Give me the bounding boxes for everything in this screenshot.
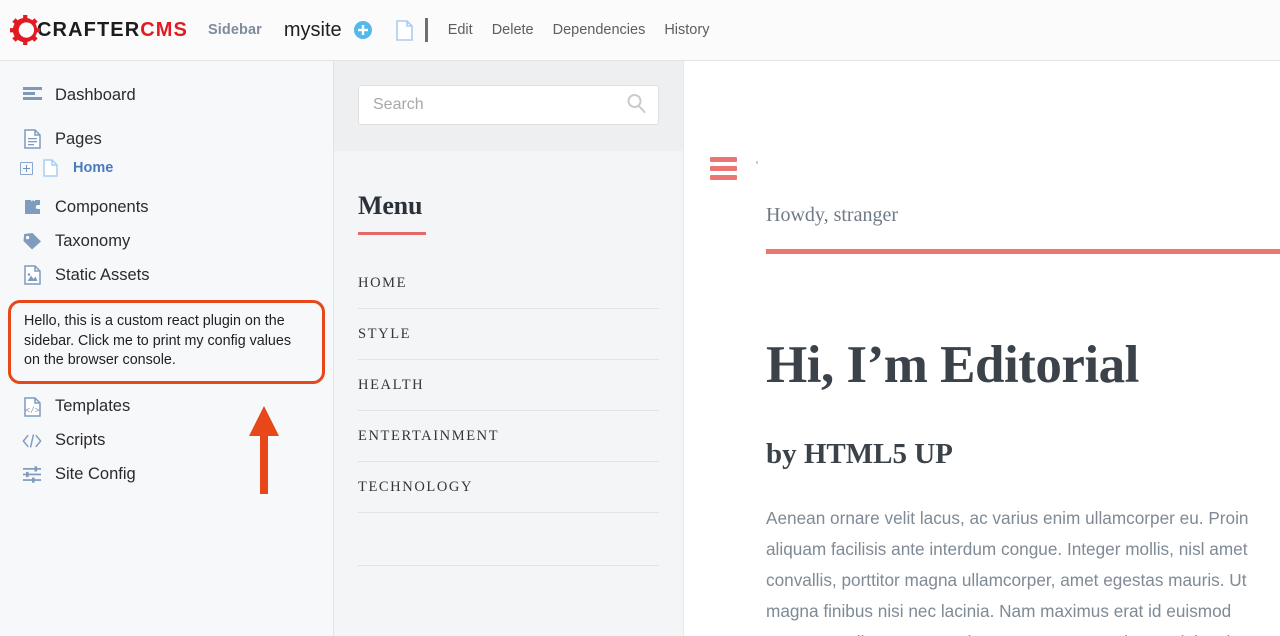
menu-list-divider [358,513,659,566]
toolbar-actions: Edit Delete Dependencies History [448,22,710,38]
hamburger-bar [710,166,737,171]
page-preview-content: Howdy, stranger Hi, I’m Editorial by HTM… [684,61,1280,636]
logo-text-crafter: CRAFTER [37,18,141,41]
sidebar-item-label: Dashboard [55,85,136,104]
hamburger-menu-icon[interactable] [710,157,737,184]
search-area [334,61,683,151]
menu-item-health[interactable]: HEALTH [358,360,659,411]
greeting-text: Howdy, stranger [766,204,899,226]
menu-item-style[interactable]: STYLE [358,309,659,360]
decorative-dot [756,161,758,164]
menu-area: Menu HOME STYLE HEALTH ENTERTAINMENT TEC… [334,151,683,636]
image-document-icon [22,265,42,285]
page-title: Hi, I’m Editorial [766,336,1139,394]
menu-list: HOME STYLE HEALTH ENTERTAINMENT TECHNOLO… [358,275,659,566]
toolbar-divider [424,18,428,42]
sidebar-item-label: Pages [55,129,102,148]
tag-icon [22,231,42,251]
sidebar-item-dashboard[interactable]: Dashboard [0,78,333,112]
top-toolbar: CRAFTERCMS Sidebar mysite Edit Delete De… [0,0,1280,61]
page-icon[interactable] [395,19,413,41]
left-sidebar: Dashboard Pages Home Components Taxonomy… [0,61,334,636]
page-icon [40,158,60,178]
plugin-message-text: Hello, this is a custom react plugin on … [24,313,291,368]
sidebar-item-scripts[interactable]: Scripts [0,424,333,458]
sidebar-item-static-assets[interactable]: Static Assets [0,258,333,292]
sidebar-toggle-button[interactable]: Sidebar [208,22,262,38]
edit-button[interactable]: Edit [448,22,473,38]
sidebar-item-pages[interactable]: Pages [0,122,333,156]
sidebar-item-label: Site Config [55,465,136,483]
menu-heading-underline [358,232,426,235]
menu-heading: Menu [358,191,423,220]
sidebar-item-label: Templates [55,397,131,415]
puzzle-piece-icon [22,197,42,217]
expand-plus-icon[interactable] [20,161,33,175]
sliders-icon [22,465,42,485]
sidebar-item-templates[interactable]: </> Templates [0,390,333,424]
search-box[interactable] [358,85,659,125]
preview-sidebar-panel: Menu HOME STYLE HEALTH ENTERTAINMENT TEC… [334,61,684,636]
logo-text-cms: CMS [140,18,188,41]
gear-icon [10,15,40,45]
plus-circle-icon[interactable] [353,21,372,39]
code-document-icon: </> [22,396,42,417]
page-document-icon [22,129,42,149]
menu-item-home[interactable]: HOME [358,275,659,309]
menu-item-entertainment[interactable]: ENTERTAINMENT [358,411,659,462]
sidebar-item-label: Taxonomy [55,231,131,250]
crafter-cms-logo[interactable]: CRAFTERCMS [10,15,188,45]
menu-item-technology[interactable]: TECHNOLOGY [358,462,659,513]
dependencies-button[interactable]: Dependencies [553,22,646,38]
svg-text:</>: </> [25,405,40,414]
body-area: Dashboard Pages Home Components Taxonomy… [0,61,1280,636]
site-name-label: mysite [283,18,342,41]
app-window: CRAFTERCMS Sidebar mysite Edit Delete De… [0,0,1280,636]
sidebar-item-label: Components [55,197,149,216]
hamburger-bar [710,175,737,180]
dashboard-icon [22,85,42,105]
sidebar-item-taxonomy[interactable]: Taxonomy [0,224,333,258]
history-button[interactable]: History [664,22,709,38]
sidebar-tree-item-label: Home [73,160,114,176]
sidebar-item-label: Scripts [55,431,106,449]
delete-button[interactable]: Delete [492,22,534,38]
search-input[interactable] [373,96,626,114]
header-rule [766,249,1280,254]
sidebar-item-components[interactable]: Components [0,190,333,224]
sidebar-item-label: Static Assets [55,265,150,284]
page-paragraph: Aenean ornare velit lacus, ac varius eni… [766,508,1249,636]
page-subtitle: by HTML5 UP [766,438,953,470]
angle-brackets-icon [22,431,42,451]
hamburger-bar [710,157,737,162]
sidebar-item-site-config[interactable]: Site Config [0,458,333,492]
custom-react-plugin-panel[interactable]: Hello, this is a custom react plugin on … [8,300,325,384]
sidebar-tree-item-home[interactable]: Home [0,156,333,180]
search-icon[interactable] [626,93,646,118]
